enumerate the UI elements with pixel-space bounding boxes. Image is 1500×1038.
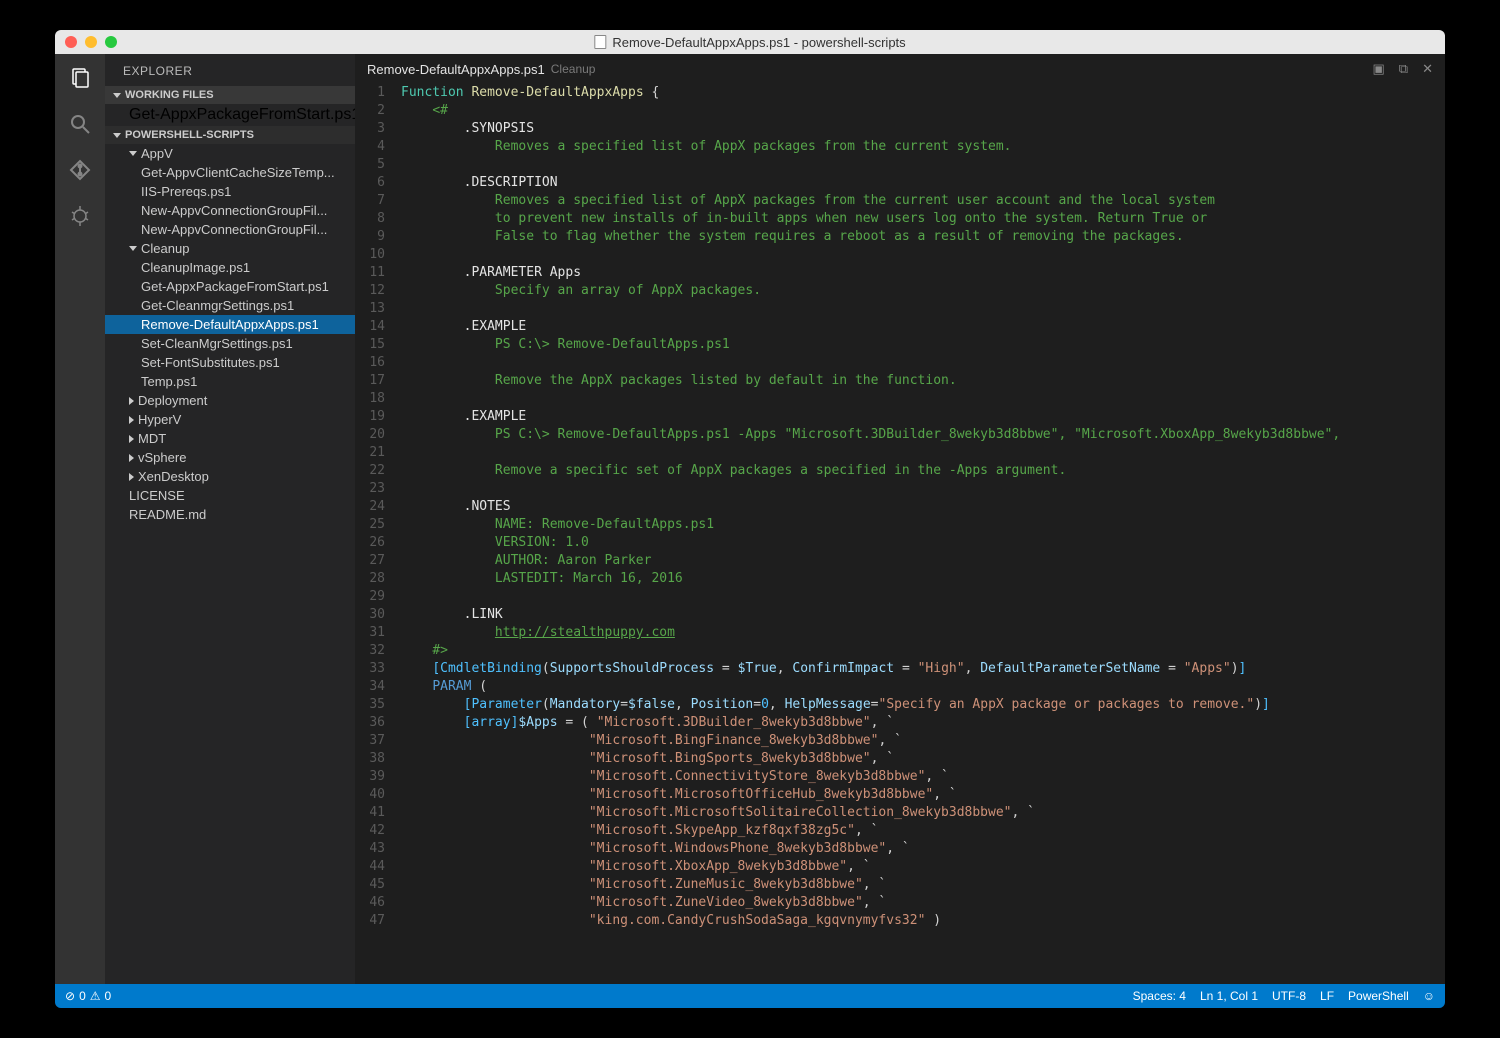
chevron-down-icon — [113, 133, 121, 138]
split-editor-icon[interactable]: ▣ — [1373, 61, 1385, 77]
tab-filename: Remove-DefaultAppxApps.ps1 — [367, 62, 545, 77]
status-spaces[interactable]: Spaces: 4 — [1133, 989, 1186, 1003]
tab-active[interactable]: Remove-DefaultAppxApps.ps1 Cleanup — [367, 62, 595, 77]
status-encoding[interactable]: UTF-8 — [1272, 989, 1306, 1003]
file-item[interactable]: IIS-Prereqs.ps1 — [105, 182, 355, 201]
statusbar: ⊘ 0 ⚠ 0 Spaces: 4 Ln 1, Col 1 UTF-8 LF P… — [55, 984, 1445, 1008]
tree-item-label: HyperV — [138, 412, 181, 427]
editor-area: Remove-DefaultAppxApps.ps1 Cleanup ▣ ⧉ ✕… — [355, 54, 1445, 984]
chevron-right-icon — [129, 454, 134, 462]
working-files-header-label: WORKING FILES — [125, 89, 214, 101]
working-files-list: Get-AppxPackageFromStart.ps1 ... — [105, 104, 355, 126]
error-icon: ⊘ — [65, 989, 75, 1003]
file-item[interactable]: CleanupImage.ps1 — [105, 258, 355, 277]
activity-bar — [55, 54, 105, 984]
vscode-window: Remove-DefaultAppxApps.ps1 - powershell-… — [55, 30, 1445, 1008]
project-header[interactable]: POWERSHELL-SCRIPTS — [105, 126, 355, 144]
file-item[interactable]: Get-CleanmgrSettings.ps1 — [105, 296, 355, 315]
editor-actions: ▣ ⧉ ✕ — [1373, 61, 1434, 77]
window-title-text: Remove-DefaultAppxApps.ps1 - powershell-… — [612, 35, 905, 50]
folder-item[interactable]: AppV — [105, 144, 355, 163]
file-item[interactable]: New-AppvConnectionGroupFil... — [105, 201, 355, 220]
main-area: EXPLORER WORKING FILES Get-AppxPackageFr… — [55, 54, 1445, 984]
tree-item-label: MDT — [138, 431, 166, 446]
window-title: Remove-DefaultAppxApps.ps1 - powershell-… — [594, 35, 905, 50]
file-item[interactable]: Get-AppxPackageFromStart.ps1 — [105, 277, 355, 296]
warning-icon: ⚠ — [90, 989, 101, 1003]
tree-item-label: README.md — [129, 507, 206, 522]
chevron-right-icon — [129, 435, 134, 443]
status-language[interactable]: PowerShell — [1348, 989, 1409, 1003]
status-errors[interactable]: ⊘ 0 ⚠ 0 — [65, 989, 111, 1003]
tree-item-label: Cleanup — [141, 241, 189, 256]
status-feedback-icon[interactable]: ☺ — [1423, 989, 1435, 1003]
tree-item-label: Get-CleanmgrSettings.ps1 — [141, 298, 294, 313]
file-item[interactable]: Get-AppvClientCacheSizeTemp... — [105, 163, 355, 182]
chevron-down-icon — [113, 93, 121, 98]
project-header-label: POWERSHELL-SCRIPTS — [125, 129, 254, 141]
chevron-down-icon — [129, 246, 137, 251]
file-tree: AppV Get-AppvClientCacheSizeTemp... IIS-Pr… — [105, 144, 355, 984]
tree-item-label: LICENSE — [129, 488, 185, 503]
debug-icon[interactable] — [66, 202, 94, 230]
working-file-item[interactable]: Get-AppxPackageFromStart.ps1 ... — [105, 104, 355, 126]
folder-item[interactable]: Deployment — [105, 391, 355, 410]
tree-item-label: Get-AppxPackageFromStart.ps1 — [141, 279, 329, 294]
git-icon[interactable] — [66, 156, 94, 184]
folder-item[interactable]: Cleanup — [105, 239, 355, 258]
minimize-window-button[interactable] — [85, 36, 97, 48]
chevron-right-icon — [129, 473, 134, 481]
editor-tabs: Remove-DefaultAppxApps.ps1 Cleanup ▣ ⧉ ✕ — [355, 54, 1445, 84]
tree-item-label: AppV — [141, 146, 173, 161]
status-lncol[interactable]: Ln 1, Col 1 — [1200, 989, 1258, 1003]
tree-item-label: Temp.ps1 — [141, 374, 197, 389]
chevron-down-icon — [129, 151, 137, 156]
tree-item-label: XenDesktop — [138, 469, 209, 484]
file-item[interactable]: Set-CleanMgrSettings.ps1 — [105, 334, 355, 353]
tree-item-label: New-AppvConnectionGroupFil... — [141, 203, 327, 218]
tree-item-label: IIS-Prereqs.ps1 — [141, 184, 231, 199]
more-actions-icon[interactable]: ⧉ — [1399, 61, 1408, 77]
tree-item-label: vSphere — [138, 450, 186, 465]
explorer-icon[interactable] — [66, 64, 94, 92]
tree-item-label: CleanupImage.ps1 — [141, 260, 250, 275]
chevron-right-icon — [129, 397, 134, 405]
editor-body[interactable]: 1234567891011121314151617181920212223242… — [355, 84, 1445, 984]
warning-count: 0 — [105, 989, 112, 1003]
tab-subtitle: Cleanup — [551, 62, 596, 76]
folder-item[interactable]: HyperV — [105, 410, 355, 429]
working-files-header[interactable]: WORKING FILES — [105, 86, 355, 104]
tree-item-label: Get-AppvClientCacheSizeTemp... — [141, 165, 335, 180]
line-gutter: 1234567891011121314151617181920212223242… — [355, 84, 401, 984]
file-item[interactable]: Remove-DefaultAppxApps.ps1 — [105, 315, 355, 334]
folder-item[interactable]: XenDesktop — [105, 467, 355, 486]
titlebar: Remove-DefaultAppxApps.ps1 - powershell-… — [55, 30, 1445, 54]
maximize-window-button[interactable] — [105, 36, 117, 48]
tree-item-label: New-AppvConnectionGroupFil... — [141, 222, 327, 237]
file-item[interactable]: New-AppvConnectionGroupFil... — [105, 220, 355, 239]
file-item[interactable]: Temp.ps1 — [105, 372, 355, 391]
tree-item-label: Deployment — [138, 393, 207, 408]
tree-item-label: Set-FontSubstitutes.ps1 — [141, 355, 280, 370]
folder-item[interactable]: vSphere — [105, 448, 355, 467]
code-content[interactable]: Function Remove-DefaultAppxApps { <# .SY… — [401, 84, 1445, 984]
file-icon — [594, 35, 606, 49]
close-window-button[interactable] — [65, 36, 77, 48]
status-eol[interactable]: LF — [1320, 989, 1334, 1003]
file-item[interactable]: Set-FontSubstitutes.ps1 — [105, 353, 355, 372]
error-count: 0 — [79, 989, 86, 1003]
close-tab-icon[interactable]: ✕ — [1422, 61, 1433, 77]
search-icon[interactable] — [66, 110, 94, 138]
traffic-lights — [55, 36, 117, 48]
tree-item-label: Remove-DefaultAppxApps.ps1 — [141, 317, 319, 332]
sidebar-title: EXPLORER — [105, 54, 355, 86]
file-item[interactable]: LICENSE — [105, 486, 355, 505]
folder-item[interactable]: MDT — [105, 429, 355, 448]
chevron-right-icon — [129, 416, 134, 424]
sidebar: EXPLORER WORKING FILES Get-AppxPackageFr… — [105, 54, 355, 984]
tree-item-label: Set-CleanMgrSettings.ps1 — [141, 336, 293, 351]
file-item[interactable]: README.md — [105, 505, 355, 524]
